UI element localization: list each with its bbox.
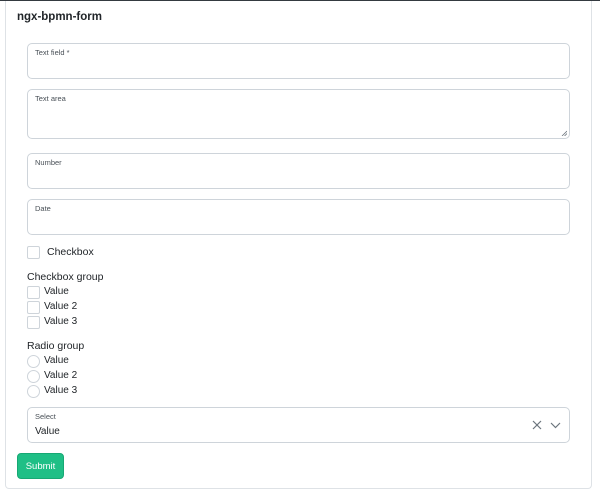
checkbox-group-option-3[interactable] bbox=[27, 316, 40, 329]
select-field-value: Value bbox=[35, 426, 60, 437]
radio-group-option-1-label: Value bbox=[44, 355, 69, 366]
radio-group-option-3-label: Value 3 bbox=[44, 385, 78, 396]
checkbox-group-option-1[interactable] bbox=[27, 286, 40, 299]
text-field[interactable]: Text field * bbox=[27, 43, 570, 79]
select-field-label: Select bbox=[35, 412, 56, 421]
resize-handle-icon[interactable] bbox=[561, 130, 567, 136]
radio-group-option-2[interactable] bbox=[27, 370, 40, 383]
x-icon[interactable] bbox=[532, 420, 542, 430]
select-field[interactable]: Select Value bbox=[27, 407, 570, 443]
text-area[interactable]: Text area bbox=[27, 89, 570, 139]
radio-group-label: Radio group bbox=[27, 340, 85, 352]
checkbox[interactable] bbox=[27, 246, 40, 259]
submit-button-label: Submit bbox=[25, 460, 56, 472]
date-field[interactable]: Date bbox=[27, 199, 570, 235]
checkbox-group-option-2-label: Value 2 bbox=[44, 301, 78, 312]
checkbox-group-label: Checkbox group bbox=[27, 271, 104, 283]
radio-group-option-2-label: Value 2 bbox=[44, 370, 78, 381]
form-title: ngx-bpmn-form bbox=[17, 11, 102, 23]
radio-group-option-3[interactable] bbox=[27, 385, 40, 398]
number-field[interactable]: Number bbox=[27, 153, 570, 189]
checkbox-group-option-3-label: Value 3 bbox=[44, 316, 78, 327]
text-area-label: Text area bbox=[35, 94, 66, 103]
number-field-label: Number bbox=[35, 158, 62, 167]
checkbox-group-option-1-label: Value bbox=[44, 286, 69, 297]
radio-group-option-1[interactable] bbox=[27, 355, 40, 368]
checkbox-label: Checkbox bbox=[47, 246, 94, 258]
text-field-label: Text field * bbox=[35, 48, 70, 57]
date-field-label: Date bbox=[35, 204, 51, 213]
chevron-down-icon[interactable] bbox=[550, 420, 561, 430]
submit-button[interactable]: Submit bbox=[17, 453, 64, 479]
checkbox-group-option-2[interactable] bbox=[27, 301, 40, 314]
